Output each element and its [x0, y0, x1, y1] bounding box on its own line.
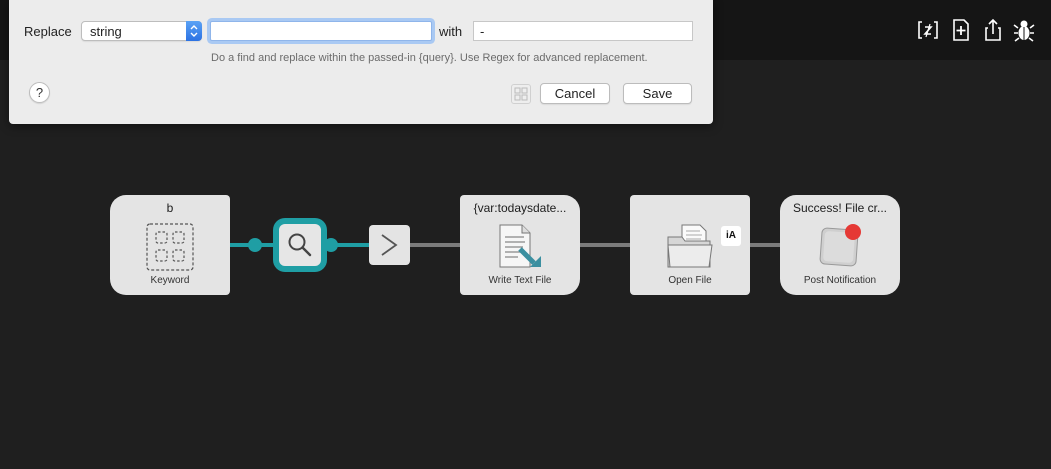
connection-line: [580, 243, 630, 247]
post-notification-node-caption: Post Notification: [803, 275, 877, 286]
write-document-icon: [496, 223, 544, 271]
replace-dialog: Replace string with Do a find and replac…: [9, 0, 713, 124]
with-label: with: [439, 24, 463, 39]
variable-icon[interactable]: [917, 18, 939, 42]
keyword-node-title: b: [166, 201, 174, 215]
replace-with-input[interactable]: [473, 21, 693, 41]
connection-handle[interactable]: [248, 238, 262, 252]
replace-label: Replace: [24, 24, 72, 39]
select-stepper-icon: [186, 21, 202, 41]
notification-icon: [816, 223, 864, 271]
replace-mode-value: string: [90, 24, 122, 39]
grid-icon: [514, 87, 528, 101]
replace-hint-text: Do a find and replace within the passed-…: [211, 52, 648, 64]
debug-bug-icon[interactable]: [1013, 18, 1035, 42]
connection-line: [410, 243, 460, 247]
search-icon: [288, 233, 312, 257]
grid-toggle-button[interactable]: [511, 84, 531, 104]
post-notification-node-title: Success! File cr...: [792, 201, 888, 215]
write-text-file-node-title: {var:todaysdate...: [473, 201, 567, 215]
write-text-file-node-caption: Write Text File: [488, 275, 552, 286]
add-icon[interactable]: [950, 18, 972, 42]
save-button[interactable]: Save: [623, 83, 692, 104]
arrow-node[interactable]: [369, 225, 410, 265]
filter-node[interactable]: [273, 218, 327, 272]
post-notification-node[interactable]: Success! File cr... Post Notification: [780, 195, 900, 295]
open-file-node-caption: Open File: [668, 275, 712, 286]
filter-node-body: [279, 224, 321, 266]
replace-mode-select[interactable]: string: [81, 21, 202, 41]
folder-icon: [666, 223, 714, 271]
keyword-node[interactable]: b Keyword: [110, 195, 230, 295]
write-text-file-node[interactable]: {var:todaysdate... Write Text File: [460, 195, 580, 295]
help-button[interactable]: ?: [29, 82, 50, 103]
find-input[interactable]: [210, 21, 432, 41]
export-icon[interactable]: [982, 18, 1004, 42]
connection-line: [750, 243, 780, 247]
ia-writer-app-badge[interactable]: iA: [721, 226, 741, 246]
keyword-node-caption: Keyword: [150, 275, 190, 286]
cancel-button[interactable]: Cancel: [540, 83, 610, 104]
chevron-right-icon: [381, 234, 398, 256]
keyword-grid-icon: [146, 223, 194, 271]
